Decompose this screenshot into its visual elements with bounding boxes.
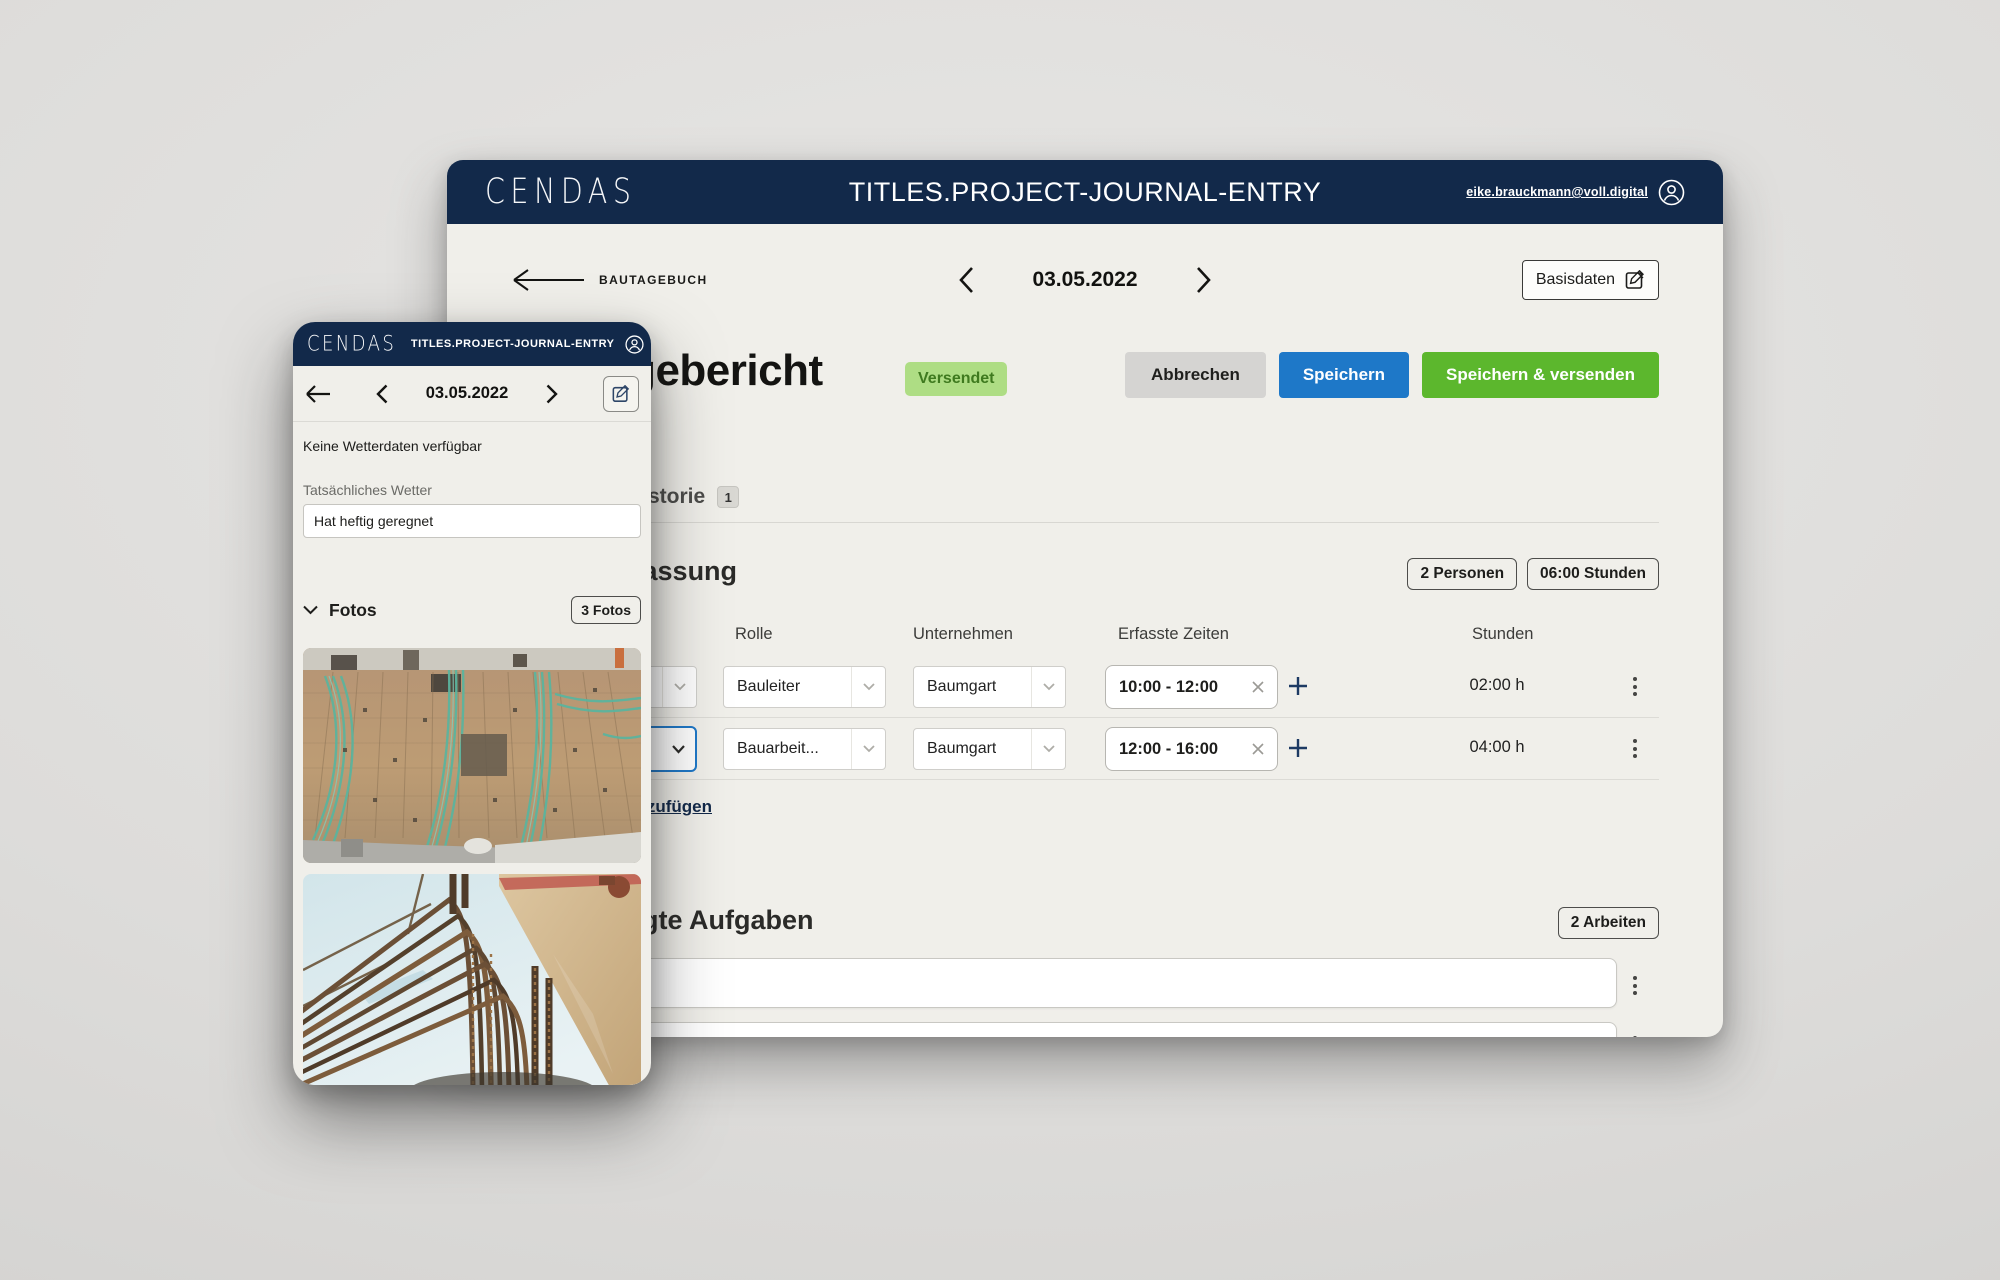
task-input-row[interactable] bbox=[511, 958, 1617, 1008]
pencil-square-icon bbox=[612, 385, 630, 403]
save-button[interactable]: Speichern bbox=[1279, 352, 1409, 398]
x-icon[interactable] bbox=[1252, 681, 1264, 693]
chevron-down-icon bbox=[851, 667, 885, 707]
chevron-down-icon bbox=[303, 605, 318, 615]
long-arrow-left-icon bbox=[511, 268, 585, 292]
rolle-select[interactable]: Bauleiter bbox=[723, 666, 886, 708]
column-unternehmen: Unternehmen bbox=[913, 625, 1013, 644]
hours-badge: 06:00 Stunden bbox=[1527, 558, 1659, 590]
construction-slab-aerial-photo[interactable] bbox=[303, 648, 641, 863]
hours-value: 02:00 h bbox=[1437, 676, 1557, 695]
history-count-badge: 1 bbox=[717, 486, 739, 508]
basisdaten-button[interactable]: Basisdaten bbox=[1522, 260, 1659, 300]
user-email-link[interactable]: eike.brauckmann@voll.digital bbox=[1466, 185, 1648, 199]
edit-entry-button[interactable] bbox=[603, 376, 639, 412]
photos-count-badge: 3 Fotos bbox=[571, 596, 641, 624]
weather-input[interactable] bbox=[303, 504, 641, 538]
back-label: BAUTAGEBUCH bbox=[599, 273, 708, 287]
cancel-button[interactable]: Abbrechen bbox=[1125, 352, 1266, 398]
mobile-page-title: TITLES.PROJECT-JOURNAL-ENTRY bbox=[411, 338, 615, 350]
back-arrow-icon[interactable] bbox=[305, 384, 331, 404]
photos-section-toggle[interactable]: Fotos 3 Fotos bbox=[303, 596, 641, 624]
no-weather-text: Keine Wetterdaten verfügbar bbox=[303, 438, 641, 454]
desktop-app-header: CENDAS TITLES.PROJECT-JOURNAL-ENTRY eike… bbox=[447, 160, 1723, 224]
user-circle-icon[interactable] bbox=[1658, 179, 1685, 206]
cendas-logo: CENDAS bbox=[307, 332, 396, 356]
history-section-header[interactable]: Historie 1 bbox=[511, 480, 1659, 514]
pencil-square-icon bbox=[1625, 270, 1645, 290]
mobile-nav-row: 03.05.2022 bbox=[293, 366, 651, 422]
hours-value: 04:00 h bbox=[1437, 738, 1557, 757]
add-time-button[interactable] bbox=[1287, 737, 1309, 759]
kebab-menu-icon[interactable] bbox=[1629, 735, 1641, 762]
task-input-row[interactable] bbox=[511, 1022, 1617, 1037]
time-range-chip[interactable]: 10:00 - 12:00 bbox=[1105, 665, 1278, 709]
photos-title: Fotos bbox=[329, 600, 377, 621]
kebab-menu-icon[interactable] bbox=[1629, 673, 1641, 700]
next-day-button[interactable] bbox=[1196, 266, 1212, 294]
column-stunden: Stunden bbox=[1472, 625, 1533, 644]
rebar-column-sky-photo[interactable] bbox=[303, 874, 641, 1085]
save-send-button[interactable]: Speichern & versenden bbox=[1422, 352, 1659, 398]
unternehmen-select[interactable]: Baumgart bbox=[913, 728, 1066, 770]
mobile-app-header: CENDAS TITLES.PROJECT-JOURNAL-ENTRY bbox=[293, 322, 651, 366]
next-day-button[interactable] bbox=[546, 384, 558, 404]
prev-day-button[interactable] bbox=[958, 266, 974, 294]
journal-nav-row: BAUTAGEBUCH 03.05.2022 Basisdaten bbox=[511, 256, 1659, 304]
chevron-down-icon bbox=[661, 728, 695, 770]
status-badge: Versendet bbox=[905, 362, 1007, 396]
journal-date: 03.05.2022 bbox=[426, 384, 509, 403]
x-icon[interactable] bbox=[1252, 743, 1264, 755]
tasks-count-badge: 2 Arbeiten bbox=[1558, 907, 1659, 939]
kebab-menu-icon[interactable] bbox=[1629, 1032, 1641, 1037]
column-rolle: Rolle bbox=[735, 625, 773, 644]
mobile-window: CENDAS TITLES.PROJECT-JOURNAL-ENTRY 03.0… bbox=[293, 322, 651, 1085]
section-divider bbox=[511, 522, 1659, 523]
table-row: Bauarbeit... Baumgart 12:00 - 16:00 bbox=[511, 718, 1659, 780]
persons-badge: 2 Personen bbox=[1407, 558, 1517, 590]
chevron-down-icon bbox=[662, 667, 696, 707]
column-zeiten: Erfasste Zeiten bbox=[1118, 625, 1229, 644]
cendas-logo: CENDAS bbox=[485, 172, 636, 212]
user-circle-icon[interactable] bbox=[625, 335, 644, 354]
chevron-down-icon bbox=[1031, 667, 1065, 707]
prev-day-button[interactable] bbox=[376, 384, 388, 404]
table-row: Bauleiter Baumgart 10:00 - 12:00 bbox=[511, 656, 1659, 718]
chevron-down-icon bbox=[851, 729, 885, 769]
table-header: Rolle Unternehmen Erfasste Zeiten Stunde… bbox=[511, 625, 1659, 655]
kebab-menu-icon[interactable] bbox=[1629, 972, 1641, 999]
add-time-button[interactable] bbox=[1287, 675, 1309, 697]
unternehmen-select[interactable]: Baumgart bbox=[913, 666, 1066, 708]
chevron-down-icon bbox=[1031, 729, 1065, 769]
time-range-chip[interactable]: 12:00 - 16:00 bbox=[1105, 727, 1278, 771]
weather-field-label: Tatsächliches Wetter bbox=[303, 482, 641, 498]
journal-date: 03.05.2022 bbox=[1032, 268, 1137, 292]
back-to-bautagebuch[interactable]: BAUTAGEBUCH bbox=[511, 268, 708, 292]
rolle-select[interactable]: Bauarbeit... bbox=[723, 728, 886, 770]
